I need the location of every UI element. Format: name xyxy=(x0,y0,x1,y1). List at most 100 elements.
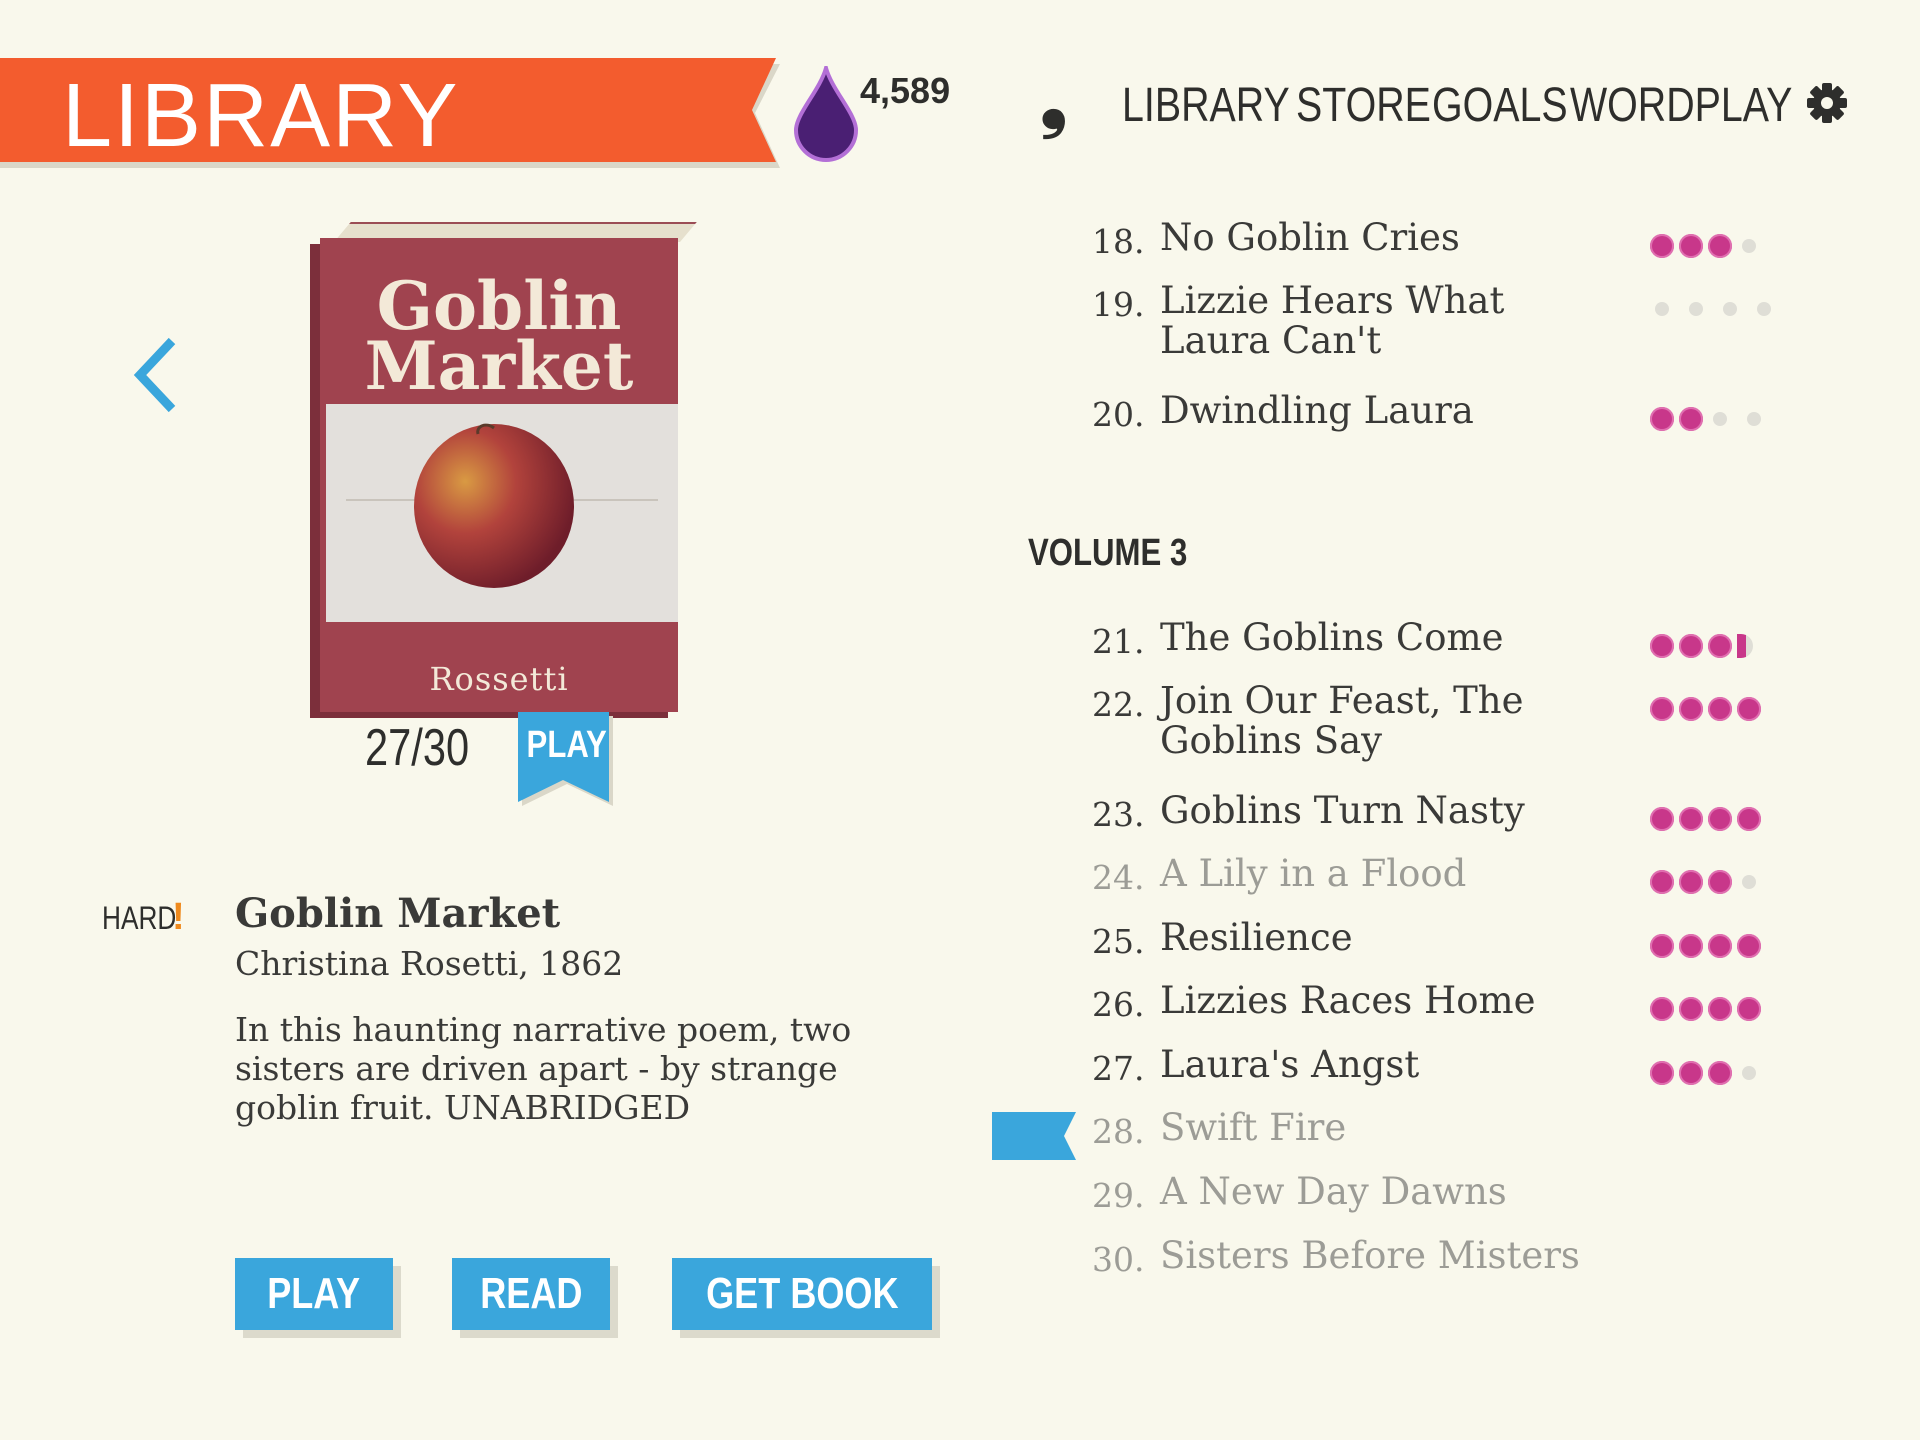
chapter-title: A Lily in a Flood xyxy=(1160,852,1467,895)
rating-dot-full xyxy=(1708,1061,1732,1085)
rating-dot-full xyxy=(1679,697,1703,721)
chapter-title: Dwindling Laura xyxy=(1160,389,1474,432)
chapter-title: No Goblin Cries xyxy=(1160,216,1460,259)
chapter-rating xyxy=(1650,234,1771,258)
difficulty-label: HARD xyxy=(102,900,177,936)
book-cover-front: Goblin Market Rossetti xyxy=(320,238,678,712)
play-ribbon-button[interactable]: PLAY xyxy=(518,712,613,806)
book-title: Goblin Market xyxy=(235,890,561,937)
chapter-rating xyxy=(1650,297,1786,321)
nav-wordplay[interactable]: WORDPLAY xyxy=(1570,78,1792,133)
chapter-rating xyxy=(1650,634,1758,658)
chapter-title: Goblins Turn Nasty xyxy=(1160,789,1525,832)
chapter-title: Join Our Feast, The Goblins Say xyxy=(1160,679,1524,762)
rating-dot-full xyxy=(1708,634,1732,658)
chapter-rating xyxy=(1650,697,1766,721)
rating-dot-full xyxy=(1737,934,1761,958)
volume-heading: VOLUME 3 xyxy=(1028,532,1188,574)
chapter-number: 20. xyxy=(1092,395,1145,434)
page-title: LIBRARY xyxy=(62,66,460,166)
chapter-number: 18. xyxy=(1092,222,1145,261)
nav-library[interactable]: LIBRARY xyxy=(1122,78,1290,133)
rating-dot-full xyxy=(1679,807,1703,831)
rating-dot-full xyxy=(1708,934,1732,958)
chapter-number: 30. xyxy=(1092,1240,1145,1279)
rating-dot-full xyxy=(1708,807,1732,831)
nav-goals[interactable]: GOALS xyxy=(1432,78,1568,133)
rating-dot-full xyxy=(1708,997,1732,1021)
ink-drop-icon xyxy=(793,66,859,162)
comma-logo-icon: ❟ xyxy=(1040,58,1068,141)
chapter-title: A New Day Dawns xyxy=(1160,1170,1507,1213)
rating-dot-full xyxy=(1650,934,1674,958)
chapter-number: 29. xyxy=(1092,1176,1145,1215)
chapter-number: 28. xyxy=(1092,1112,1145,1151)
chapter-number: 24. xyxy=(1092,858,1145,897)
chapter-title: Lizzies Races Home xyxy=(1160,979,1536,1022)
rating-dot-full xyxy=(1708,234,1732,258)
rating-dot-empty xyxy=(1757,302,1771,316)
gear-icon[interactable] xyxy=(1806,82,1848,124)
chapter-title: Resilience xyxy=(1160,916,1353,959)
rating-dot-full xyxy=(1679,407,1703,431)
get-book-button-label: GET BOOK xyxy=(705,1269,899,1318)
chapter-number: 26. xyxy=(1092,985,1145,1024)
difficulty-exclamation-icon: ! xyxy=(172,896,185,938)
chapter-title: Laura's Angst xyxy=(1160,1043,1420,1086)
rating-dot-full xyxy=(1679,234,1703,258)
chapter-number: 25. xyxy=(1092,922,1145,961)
cover-author: Rossetti xyxy=(429,660,569,698)
chapter-title: Swift Fire xyxy=(1160,1106,1347,1149)
chapter-title: Sisters Before Misters xyxy=(1160,1234,1580,1277)
rating-dot-partial xyxy=(1737,634,1753,658)
rating-dot-full xyxy=(1737,807,1761,831)
chapter-rating xyxy=(1650,807,1766,831)
book-description: In this haunting narrative poem, two sis… xyxy=(235,1010,852,1127)
chapter-number: 21. xyxy=(1092,622,1145,661)
rating-dot-empty xyxy=(1655,302,1669,316)
rating-dot-full xyxy=(1650,697,1674,721)
read-button-label: READ xyxy=(479,1269,583,1318)
rating-dot-full xyxy=(1708,870,1732,894)
rating-dot-full xyxy=(1650,997,1674,1021)
rating-dot-full xyxy=(1679,870,1703,894)
rating-dot-empty xyxy=(1742,239,1756,253)
read-button[interactable]: READ xyxy=(452,1258,610,1330)
chevron-left-icon[interactable] xyxy=(130,335,180,415)
rating-dot-full xyxy=(1679,1061,1703,1085)
book-cover[interactable]: Goblin Market Rossetti xyxy=(318,222,697,714)
rating-dot-full xyxy=(1650,407,1674,431)
top-nav: ❟ LIBRARY STORE GOALS WORDPLAY xyxy=(1040,58,1847,141)
play-button[interactable]: PLAY xyxy=(235,1258,393,1330)
chapter-rating xyxy=(1650,1061,1771,1085)
chapter-title: The Goblins Come xyxy=(1160,616,1504,659)
rating-dot-full xyxy=(1650,234,1674,258)
rating-dot-empty xyxy=(1713,412,1727,426)
rating-dot-full xyxy=(1708,697,1732,721)
get-book-button[interactable]: GET BOOK xyxy=(672,1258,932,1330)
rating-dot-empty xyxy=(1689,302,1703,316)
chapter-rating xyxy=(1650,934,1766,958)
rating-dot-empty xyxy=(1723,302,1737,316)
play-button-label: PLAY xyxy=(267,1269,361,1318)
book-author: Christina Rosetti, 1862 xyxy=(235,944,624,983)
library-banner: LIBRARY xyxy=(0,58,780,168)
chapter-number: 19. xyxy=(1092,285,1145,324)
chapter-title: Lizzie Hears What Laura Can't xyxy=(1160,279,1505,362)
ink-count: 4,589 xyxy=(860,70,951,111)
current-chapter-marker-icon xyxy=(992,1112,1076,1160)
nav-store[interactable]: STORE xyxy=(1296,78,1431,133)
chapter-progress: 27/30 xyxy=(365,719,470,777)
rating-dot-full xyxy=(1679,634,1703,658)
peach-illustration xyxy=(326,404,678,622)
chapter-number: 23. xyxy=(1092,795,1145,834)
rating-dot-empty xyxy=(1742,1066,1756,1080)
chapter-number: 22. xyxy=(1092,685,1145,724)
rating-dot-full xyxy=(1737,997,1761,1021)
chapter-rating xyxy=(1650,997,1766,1021)
rating-dot-full xyxy=(1679,997,1703,1021)
rating-dot-full xyxy=(1650,1061,1674,1085)
chapter-rating xyxy=(1650,870,1771,894)
rating-dot-full xyxy=(1650,870,1674,894)
rating-dot-full xyxy=(1737,697,1761,721)
